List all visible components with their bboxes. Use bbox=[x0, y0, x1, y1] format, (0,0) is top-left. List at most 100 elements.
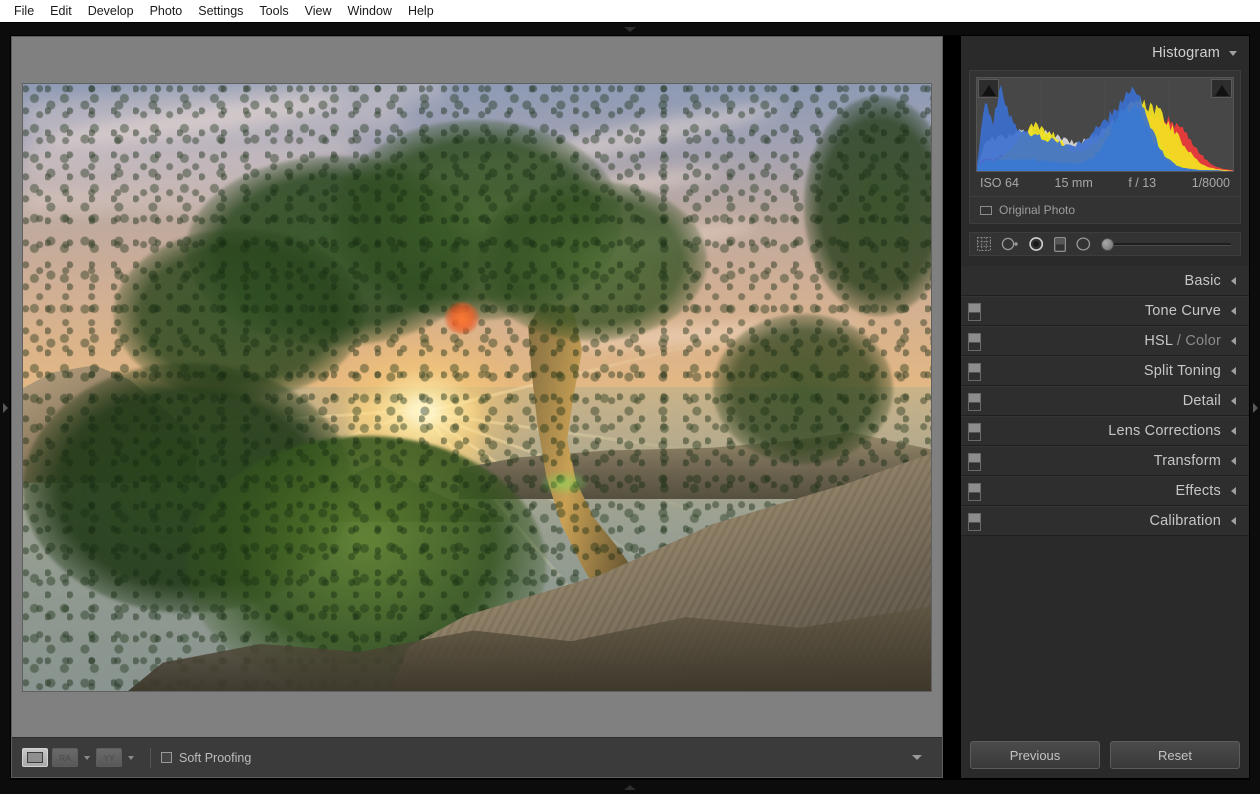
panel-switch-split-toning[interactable] bbox=[968, 363, 981, 381]
panel-row-calibration[interactable]: Calibration bbox=[961, 506, 1249, 536]
chevron-left-icon[interactable] bbox=[1231, 517, 1236, 525]
crop-overlay-icon[interactable] bbox=[977, 237, 991, 251]
chevron-right-icon bbox=[2, 402, 8, 413]
lens-flare-orange bbox=[445, 302, 480, 335]
exif-focal-length: 15 mm bbox=[1054, 176, 1093, 190]
chevron-left-icon[interactable] bbox=[1231, 337, 1236, 345]
view-toolbar: RA YY Soft Proofing bbox=[12, 737, 942, 777]
previous-button[interactable]: Previous bbox=[970, 741, 1100, 769]
highlight-clipping-triangle-icon bbox=[1214, 85, 1229, 96]
chevron-left-icon[interactable] bbox=[1231, 276, 1236, 285]
original-photo-row[interactable]: Original Photo bbox=[970, 196, 1240, 223]
panel-label-transform: Transform bbox=[1153, 453, 1221, 469]
before-after-options-caret-icon[interactable] bbox=[84, 755, 90, 760]
right-panel-buttons: Previous Reset bbox=[961, 732, 1249, 778]
chevron-left-icon[interactable] bbox=[1231, 457, 1236, 465]
graduated-filter-icon[interactable] bbox=[1054, 236, 1066, 252]
lightroom-window: File Edit Develop Photo Settings Tools V… bbox=[0, 0, 1260, 794]
menu-item-help[interactable]: Help bbox=[400, 2, 442, 20]
panel-row-lens-corrections[interactable]: Lens Corrections bbox=[961, 416, 1249, 446]
menu-item-develop[interactable]: Develop bbox=[80, 2, 142, 20]
panel-row-detail[interactable]: Detail bbox=[961, 386, 1249, 416]
panel-switch-detail[interactable] bbox=[968, 393, 981, 411]
menu-item-view[interactable]: View bbox=[297, 2, 340, 20]
exif-iso: ISO 64 bbox=[980, 176, 1019, 190]
loupe-view-button[interactable] bbox=[22, 748, 48, 767]
panel-row-tone-curve[interactable]: Tone Curve bbox=[961, 296, 1249, 326]
histogram-block: ISO 64 15 mm f / 13 1/8000 Original Phot… bbox=[969, 70, 1241, 224]
develop-panel-list: Basic Tone Curve HSL / Color Split Tonin… bbox=[961, 266, 1249, 536]
compare-options-caret-icon[interactable] bbox=[128, 755, 134, 760]
chevron-left-icon[interactable] bbox=[1231, 397, 1236, 405]
original-photo-label: Original Photo bbox=[999, 203, 1076, 217]
right-panel: Histogram ISO 64 15 mm f / 13 1/8000 Ori… bbox=[961, 36, 1249, 778]
panel-label-detail: Detail bbox=[1182, 393, 1221, 409]
panel-label-basic: Basic bbox=[1184, 272, 1221, 289]
photo-image[interactable] bbox=[23, 83, 931, 691]
photo-viewport[interactable] bbox=[12, 37, 942, 737]
right-panel-collapse-toggle[interactable] bbox=[1250, 35, 1260, 780]
exif-aperture: f / 13 bbox=[1128, 176, 1157, 190]
panel-row-split-toning[interactable]: Split Toning bbox=[961, 356, 1249, 386]
menu-item-photo[interactable]: Photo bbox=[142, 2, 191, 20]
panel-row-effects[interactable]: Effects bbox=[961, 476, 1249, 506]
menu-item-settings[interactable]: Settings bbox=[190, 2, 251, 20]
panel-switch-calibration[interactable] bbox=[968, 513, 981, 531]
develop-workspace: RA YY Soft Proofing bbox=[11, 36, 943, 778]
menu-item-edit[interactable]: Edit bbox=[42, 2, 80, 20]
toolbar-divider bbox=[150, 747, 151, 768]
panel-label-hsl-color: HSL / Color bbox=[1144, 333, 1221, 349]
panel-label-lens-corrections: Lens Corrections bbox=[1108, 423, 1221, 439]
spot-removal-icon[interactable] bbox=[1001, 237, 1019, 251]
lens-flare-green bbox=[540, 471, 587, 494]
original-photo-icon bbox=[980, 205, 992, 215]
tool-amount-slider[interactable] bbox=[1101, 237, 1233, 251]
menu-bar: File Edit Develop Photo Settings Tools V… bbox=[0, 0, 1260, 22]
slider-knob[interactable] bbox=[1101, 237, 1114, 251]
panel-switch-transform[interactable] bbox=[968, 453, 981, 471]
radial-filter-icon[interactable] bbox=[1076, 237, 1091, 251]
soft-proofing-label[interactable]: Soft Proofing bbox=[179, 751, 251, 765]
reset-button[interactable]: Reset bbox=[1110, 741, 1240, 769]
left-panel-collapse-toggle[interactable] bbox=[0, 35, 10, 780]
panel-label-effects: Effects bbox=[1175, 483, 1221, 499]
filmstrip-collapse-toggle[interactable] bbox=[0, 780, 1260, 794]
chevron-right-icon bbox=[1252, 402, 1258, 413]
chevron-left-icon[interactable] bbox=[1231, 307, 1236, 315]
compare-view-button[interactable]: YY bbox=[96, 748, 122, 767]
chevron-down-icon bbox=[624, 26, 636, 32]
chevron-up-icon bbox=[624, 784, 636, 790]
chevron-left-icon[interactable] bbox=[1231, 427, 1236, 435]
loupe-icon bbox=[27, 752, 43, 763]
panel-row-basic[interactable]: Basic bbox=[961, 266, 1249, 296]
panel-label-tone-curve: Tone Curve bbox=[1144, 303, 1221, 319]
menu-item-tools[interactable]: Tools bbox=[251, 2, 296, 20]
chevron-down-icon[interactable] bbox=[1229, 50, 1237, 56]
panel-label-split-toning: Split Toning bbox=[1143, 363, 1221, 379]
panel-switch-effects[interactable] bbox=[968, 483, 981, 501]
exif-shutter-speed: 1/8000 bbox=[1191, 176, 1230, 190]
menu-item-window[interactable]: Window bbox=[339, 2, 399, 20]
exif-info-row: ISO 64 15 mm f / 13 1/8000 bbox=[970, 172, 1240, 196]
panel-row-transform[interactable]: Transform bbox=[961, 446, 1249, 476]
highlight-clipping-indicator[interactable] bbox=[1211, 79, 1232, 98]
chevron-left-icon[interactable] bbox=[1231, 367, 1236, 375]
toolbar-options-caret-icon[interactable] bbox=[912, 755, 922, 760]
panel-row-hsl-color[interactable]: HSL / Color bbox=[961, 326, 1249, 356]
panel-switch-tone-curve[interactable] bbox=[968, 303, 981, 321]
histogram-chart[interactable] bbox=[976, 77, 1234, 172]
histogram-title: Histogram bbox=[1152, 45, 1220, 61]
chevron-left-icon[interactable] bbox=[1231, 487, 1236, 495]
panel-switch-hsl-color[interactable] bbox=[968, 333, 981, 351]
slider-track bbox=[1108, 242, 1231, 246]
histogram-panel-header[interactable]: Histogram bbox=[961, 36, 1249, 70]
tool-strip bbox=[969, 232, 1241, 256]
before-after-view-button[interactable]: RA bbox=[52, 748, 78, 767]
menu-item-file[interactable]: File bbox=[6, 2, 42, 20]
panel-switch-lens-corrections[interactable] bbox=[968, 423, 981, 441]
panel-label-calibration: Calibration bbox=[1149, 513, 1221, 529]
soft-proofing-checkbox[interactable] bbox=[161, 752, 172, 763]
red-eye-correction-icon[interactable] bbox=[1029, 237, 1044, 251]
shadow-clipping-indicator[interactable] bbox=[978, 79, 999, 98]
top-panel-collapse-toggle[interactable] bbox=[0, 23, 1260, 35]
